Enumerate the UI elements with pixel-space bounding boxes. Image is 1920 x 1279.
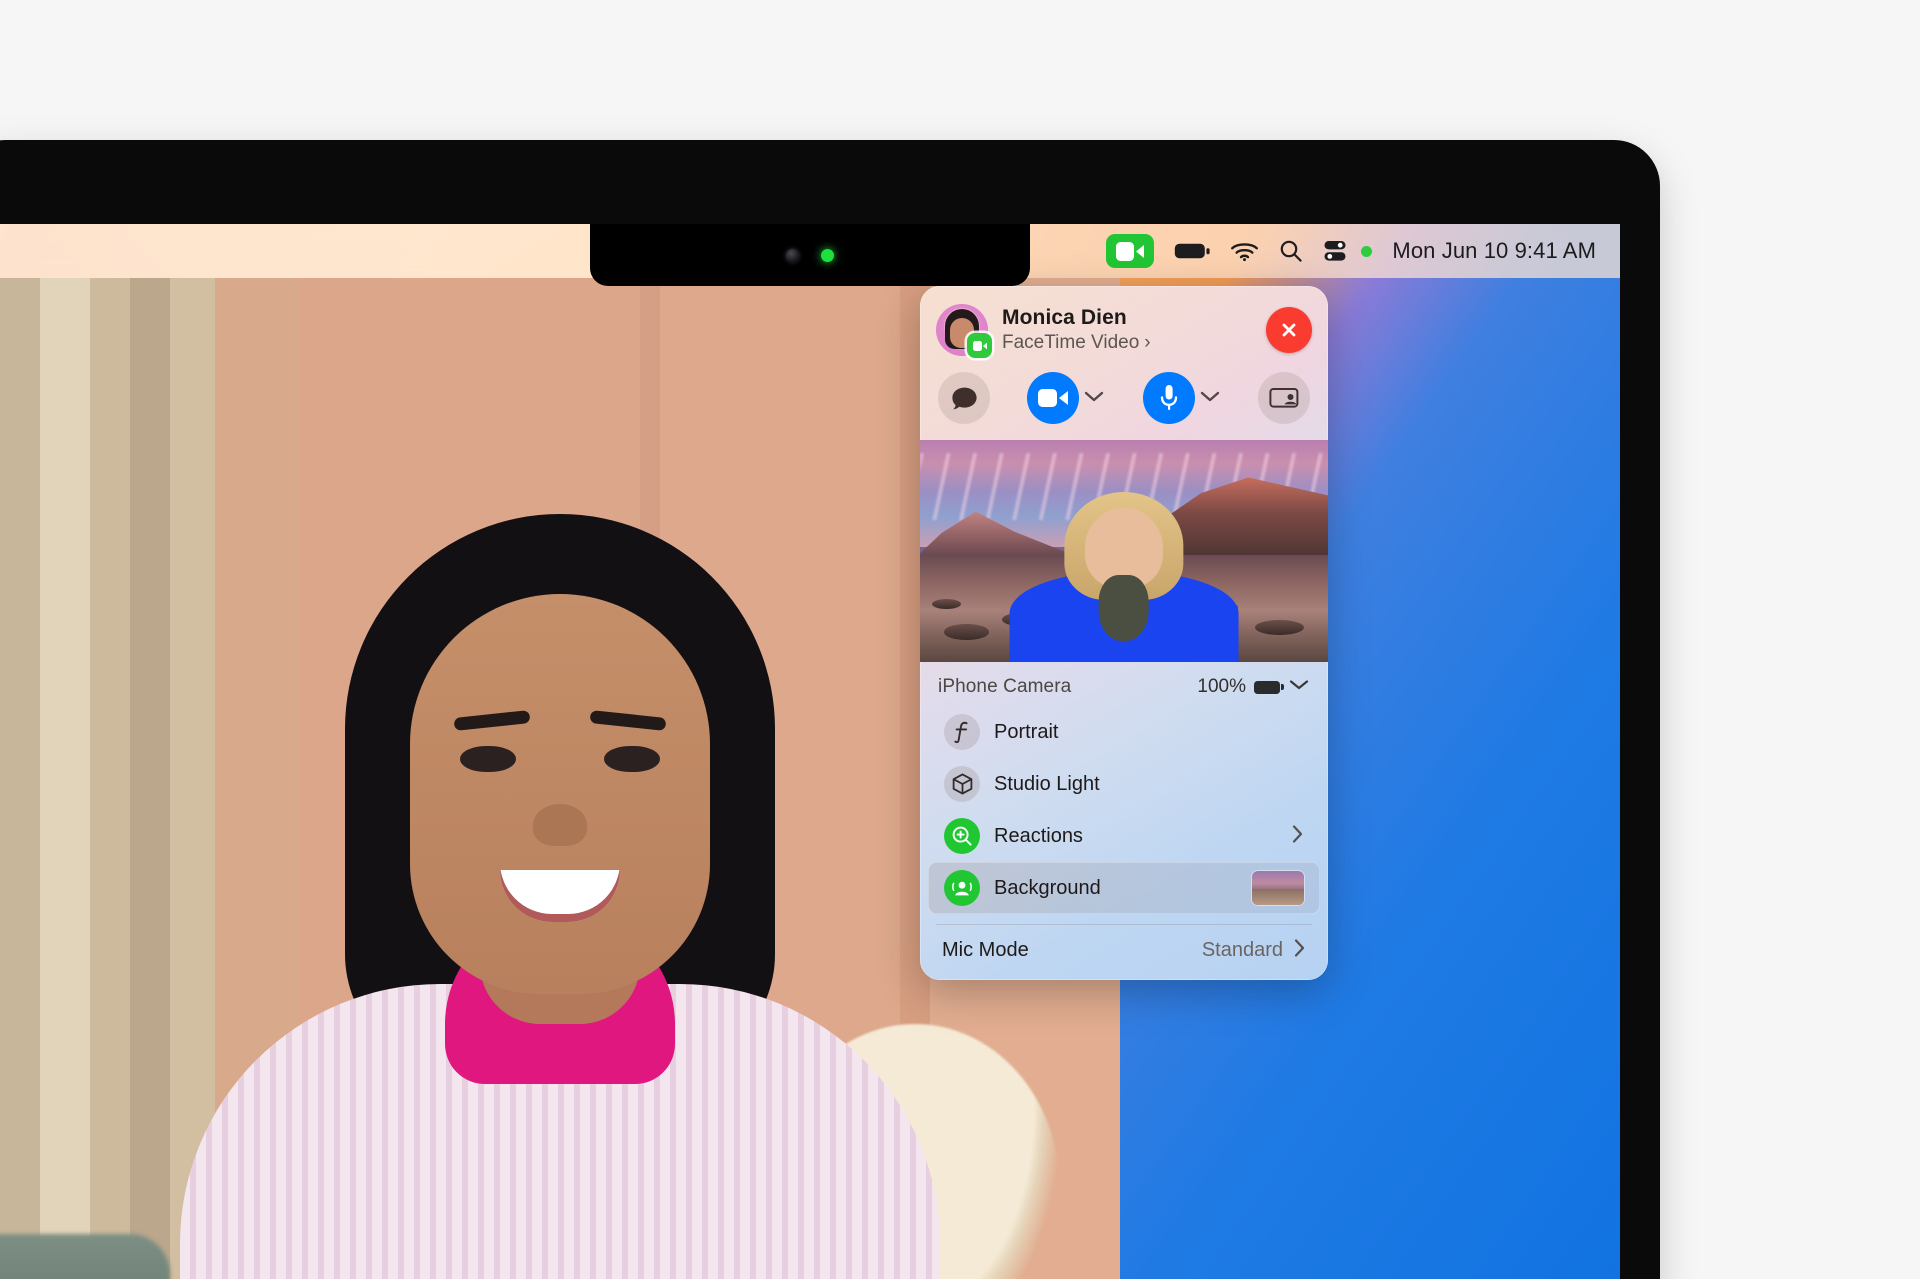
- microphone-chevron-down-icon[interactable]: [1199, 389, 1221, 408]
- effect-row-background[interactable]: Background: [928, 862, 1320, 914]
- participant-brow-left: [453, 710, 531, 731]
- battery-percent-label: 100%: [1197, 676, 1246, 697]
- call-participant: [180, 514, 940, 1279]
- camera-lens-icon: [786, 248, 799, 262]
- participant-nose: [533, 804, 587, 846]
- effect-row-portrait[interactable]: Portrait: [928, 706, 1320, 758]
- participant-eye-left: [460, 746, 516, 772]
- camera-control-group: [1027, 372, 1105, 424]
- laptop-bezel: Mon Jun 10 9:41 AM Monica Dien FaceTime …: [0, 140, 1660, 1279]
- microphone-control-group: [1142, 372, 1221, 424]
- caller-name: Monica Dien: [1002, 306, 1127, 329]
- background-thumbnail[interactable]: [1252, 871, 1304, 905]
- portrait-f-icon: [944, 714, 980, 750]
- effect-label: Reactions: [994, 824, 1083, 847]
- participant-face: [410, 594, 710, 994]
- reactions-chevron-right-icon[interactable]: [1291, 823, 1304, 850]
- share-screen-button[interactable]: [1257, 372, 1310, 424]
- camera-source-label: iPhone Camera: [938, 676, 1072, 697]
- effect-label: Studio Light: [994, 772, 1100, 795]
- caller-status-row[interactable]: FaceTime Video ›: [1002, 332, 1266, 354]
- chevron-right-icon: ›: [1144, 332, 1151, 353]
- effect-label: Portrait: [994, 720, 1059, 743]
- caller-status: FaceTime Video: [1002, 332, 1140, 353]
- video-effects-popover: Monica Dien FaceTime Video › iPhone Came…: [920, 286, 1328, 980]
- camera-source-chevron-down-icon[interactable]: [1288, 678, 1310, 696]
- mic-mode-chevron-right-icon[interactable]: [1293, 937, 1306, 964]
- effect-row-studio-light[interactable]: Studio Light: [928, 758, 1320, 810]
- mic-mode-value-group: Standard: [1202, 937, 1306, 964]
- mic-mode-row[interactable]: Mic Mode Standard: [920, 925, 1328, 980]
- menubar-wifi-icon[interactable]: [1230, 234, 1259, 268]
- popover-controls: [920, 366, 1328, 440]
- effect-label: Background: [994, 876, 1101, 899]
- self-view-preview[interactable]: [920, 440, 1328, 662]
- participant-eye-right: [604, 746, 660, 772]
- camera-active-led-icon: [821, 248, 834, 262]
- preview-rock: [1254, 619, 1304, 636]
- share-screen-control-group: [1257, 372, 1310, 424]
- menubar-control-center-icon[interactable]: [1323, 234, 1347, 268]
- mic-mode-label: Mic Mode: [942, 939, 1029, 961]
- reactions-icon: [944, 818, 980, 854]
- participant-mouth: [500, 870, 620, 922]
- mic-mode-value: Standard: [1201, 939, 1283, 961]
- microphone-button[interactable]: [1142, 372, 1195, 424]
- facetime-badge-icon: [967, 333, 992, 358]
- preview-participant: [1009, 489, 1239, 662]
- camera-source-header[interactable]: iPhone Camera 100%: [920, 670, 1328, 706]
- popover-header: Monica Dien FaceTime Video ›: [920, 286, 1328, 366]
- preview-rock: [932, 598, 961, 609]
- menubar-search-icon[interactable]: [1279, 234, 1303, 268]
- close-button[interactable]: [1266, 307, 1312, 353]
- messages-control-group: [938, 372, 990, 424]
- preview-participant-scarf: [1098, 575, 1150, 642]
- battery-icon: [1254, 680, 1284, 694]
- preview-rock: [944, 624, 990, 640]
- menubar-facetime-icon[interactable]: [1106, 234, 1155, 268]
- participant-brow-right: [589, 710, 667, 731]
- screenshot-root: Mon Jun 10 9:41 AM Monica Dien FaceTime …: [0, 0, 1920, 1279]
- menubar-clock[interactable]: Mon Jun 10 9:41 AM: [1392, 234, 1596, 268]
- room-couch: [0, 1234, 170, 1279]
- display-notch: [590, 224, 1030, 286]
- effect-row-reactions[interactable]: Reactions: [928, 810, 1320, 862]
- camera-source-status: 100%: [1197, 676, 1310, 698]
- camera-chevron-down-icon[interactable]: [1083, 389, 1105, 408]
- menubar-battery-icon[interactable]: [1174, 234, 1211, 268]
- laptop-screen: Mon Jun 10 9:41 AM Monica Dien FaceTime …: [0, 224, 1620, 1279]
- camera-button[interactable]: [1027, 372, 1080, 424]
- effects-list: iPhone Camera 100% Portrait Studio Light…: [920, 662, 1328, 980]
- caller-info: Monica Dien FaceTime Video ›: [1002, 306, 1266, 354]
- person-shield-icon: [944, 870, 980, 906]
- avatar: [936, 304, 992, 358]
- menubar-recording-indicator: [1361, 245, 1373, 257]
- cube-icon: [944, 766, 980, 802]
- messages-button[interactable]: [938, 372, 990, 424]
